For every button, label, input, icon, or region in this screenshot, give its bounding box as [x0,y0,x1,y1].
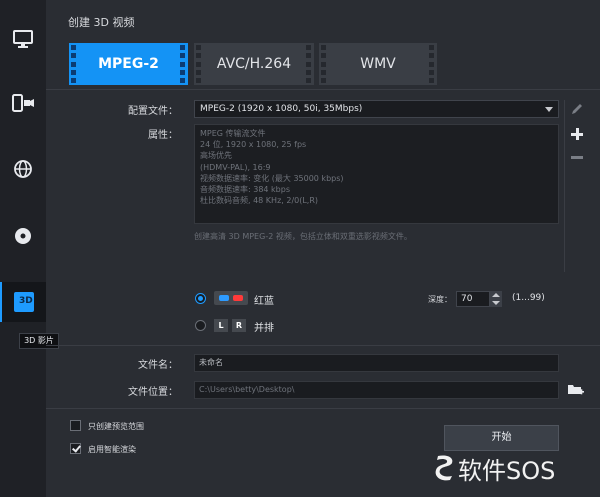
tab-mpeg2[interactable]: MPEG-2 [69,43,188,85]
attribute-line: 视频数据速率: 变化 (最大 35000 kbps) [200,173,344,183]
file-name-label: 文件名： [138,360,178,371]
sidebar-item-3d[interactable]: 3D [0,282,46,322]
attribute-line: 杜比数码音频, 48 KHz, 2/0(L,R) [200,196,319,206]
folder-browse-icon[interactable] [567,382,584,397]
3d-icon-label: 3D [19,296,33,306]
film-strip-left [321,45,328,83]
globe-icon [14,160,32,178]
tab-label: MPEG-2 [98,56,159,72]
attribute-line: MPEG 传输流文件 [200,129,266,138]
monitor-icon [13,30,33,48]
sidebar-item-disc[interactable] [0,216,46,256]
smart-render-label: 启用智能渲染 [88,445,136,454]
side-by-side-label: 并排 [254,323,274,334]
file-location-input[interactable]: C:\Users\betty\Desktop\ [194,381,559,399]
radio-side-by-side[interactable] [195,320,206,331]
file-name-value: 未命名 [199,358,223,367]
film-strip-left [196,45,203,83]
depth-label: 深度： [428,295,452,304]
attribute-line: 音频数据速率: 384 kbps [200,185,291,195]
edit-pencil-icon[interactable] [570,102,584,116]
film-strip-left [71,45,78,83]
chevron-down-icon [545,107,553,112]
add-plus-icon[interactable] [570,127,584,141]
divider [564,100,565,272]
file-location-value: C:\Users\betty\Desktop\ [199,385,295,394]
attribute-line: (HDMV-PAL), 16:9 [200,162,271,172]
depth-value: 70 [461,294,473,304]
attribute-line: 24 位, 1920 x 1080, 25 fps [200,140,307,150]
tab-avc-h264[interactable]: AVC/H.264 [194,43,314,85]
sidebar-item-device[interactable] [0,83,46,123]
sidebar-item-computer[interactable] [0,19,46,59]
sidebar-item-web[interactable] [0,149,46,189]
watermark-logo-icon [435,455,453,481]
divider [46,345,600,346]
device-icon [12,94,34,112]
attributes-label: 属性： [148,130,178,141]
preview-only-checkbox[interactable] [70,420,81,431]
film-strip-right [429,45,436,83]
watermark-text: 软件SOS [458,456,556,485]
watermark: 软件SOS [434,451,594,485]
profile-select[interactable]: MPEG-2 (1920 x 1080, 50i, 35Mbps) [194,100,559,118]
film-strip-right [180,45,187,83]
anaglyph-glasses-icon [214,291,248,305]
tab-label: AVC/H.264 [216,56,292,72]
preview-only-label: 只创建预览范围 [88,422,144,431]
chevron-up-icon [492,293,500,297]
radio-anaglyph[interactable] [195,293,206,304]
file-location-label: 文件位置： [128,387,178,398]
profile-value: MPEG-2 (1920 x 1080, 50i, 35Mbps) [200,104,363,114]
lr-right-icon: R [232,319,246,332]
tab-wmv[interactable]: WMV [319,43,437,85]
main-panel: 创建 3D 视频 MPEG-2 AVC/H.264 WMV 配置文件： MPEG… [46,0,600,497]
divider [46,408,600,409]
depth-range: (1...99) [512,293,545,303]
chevron-down-icon [492,301,500,305]
tab-label: WMV [360,56,396,72]
depth-input[interactable]: 70 [456,291,490,307]
smart-render-checkbox[interactable] [70,443,81,454]
film-strip-right [306,45,313,83]
remove-minus-icon[interactable] [570,150,584,164]
sidebar: 3D 3D 影片 [0,0,59,497]
profile-label: 配置文件： [128,106,178,117]
file-name-input[interactable]: 未命名 [194,354,559,372]
page-title: 创建 3D 视频 [68,16,135,29]
anaglyph-label: 红蓝 [254,296,274,307]
start-button[interactable]: 开始 [444,425,559,451]
profile-description: 创建高清 3D MPEG-2 视频，包括立体和双重选影视频文件。 [194,232,412,241]
attribute-line: 高场优先 [200,151,232,161]
lr-left-icon: L [214,319,228,332]
depth-stepper[interactable] [490,291,502,307]
disc-icon [15,228,31,244]
attributes-box: MPEG 传输流文件 24 位, 1920 x 1080, 25 fps 高场优… [194,124,559,224]
